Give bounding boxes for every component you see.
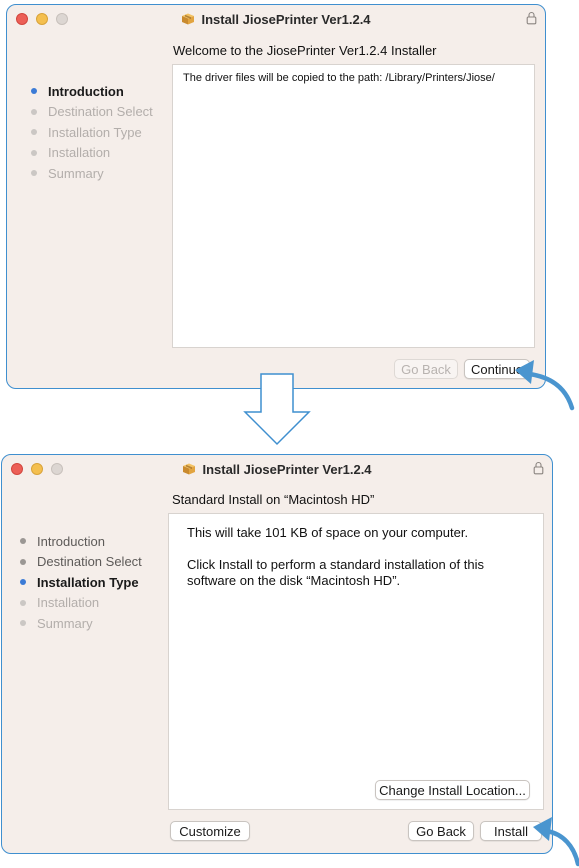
step-label: Installation	[37, 595, 100, 611]
step-label: Destination Select	[37, 554, 142, 570]
minimize-window-button[interactable]	[31, 463, 43, 475]
content-pane[interactable]: The driver files will be copied to the p…	[172, 64, 535, 348]
window-title: Install JiosePrinter Ver1.2.4	[181, 11, 371, 27]
lock-icon	[533, 461, 544, 475]
step-label: Destination Select	[48, 104, 153, 120]
installer-steps-sidebar: Introduction Destination Select Installa…	[31, 81, 153, 184]
step-installation-type: Installation Type	[20, 572, 142, 593]
installer-steps-sidebar: Introduction Destination Select Installa…	[20, 531, 142, 634]
step-dot	[20, 599, 26, 606]
go-back-button[interactable]: Go Back	[408, 821, 474, 841]
close-window-button[interactable]	[11, 463, 23, 475]
close-window-button[interactable]	[16, 13, 28, 25]
installer-window-installation-type: Install JiosePrinter Ver1.2.4 Standard I…	[1, 454, 553, 854]
step-introduction: Introduction	[20, 531, 142, 552]
traffic-lights	[11, 463, 63, 475]
installer-window-introduction: Install JiosePrinter Ver1.2.4 Welcome to…	[6, 4, 546, 389]
step-label: Introduction	[48, 83, 124, 99]
step-introduction: Introduction	[31, 81, 153, 102]
zoom-window-button[interactable]	[56, 13, 68, 25]
step-dot	[20, 579, 26, 586]
step-dot	[20, 620, 26, 627]
step-dot	[20, 558, 26, 565]
space-required-text: This will take 101 KB of space on your c…	[187, 525, 469, 540]
step-installation: Installation	[20, 593, 142, 614]
step-dot	[31, 149, 37, 156]
step-summary: Summary	[31, 163, 153, 184]
step-installation-type: Installation Type	[31, 122, 153, 143]
page-heading: Welcome to the JiosePrinter Ver1.2.4 Ins…	[173, 43, 437, 58]
step-dot	[20, 538, 26, 545]
step-dot	[31, 129, 37, 136]
page-heading: Standard Install on “Macintosh HD”	[172, 492, 375, 507]
install-button[interactable]: Install	[480, 821, 542, 841]
lock-icon	[526, 11, 537, 25]
window-title-text: Install JiosePrinter Ver1.2.4	[201, 11, 371, 27]
content-pane[interactable]: This will take 101 KB of space on your c…	[168, 513, 544, 810]
step-label: Summary	[37, 615, 93, 631]
change-install-location-button[interactable]: Change Install Location...	[375, 780, 530, 800]
content-text: The driver files will be copied to the p…	[183, 72, 495, 84]
customize-button[interactable]: Customize	[170, 821, 250, 841]
step-dot	[31, 170, 37, 177]
step-label: Summary	[48, 165, 104, 181]
traffic-lights	[16, 13, 68, 25]
step-destination-select: Destination Select	[20, 552, 142, 573]
package-icon	[182, 13, 195, 25]
step-dot	[31, 108, 37, 115]
step-installation: Installation	[31, 143, 153, 164]
minimize-window-button[interactable]	[36, 13, 48, 25]
title-bar[interactable]: Install JiosePrinter Ver1.2.4	[2, 455, 552, 483]
continue-button[interactable]: Continue	[464, 359, 530, 379]
step-dot	[31, 88, 37, 95]
step-label: Introduction	[37, 533, 105, 549]
step-destination-select: Destination Select	[31, 102, 153, 123]
zoom-window-button[interactable]	[51, 463, 63, 475]
title-bar[interactable]: Install JiosePrinter Ver1.2.4	[7, 5, 545, 33]
step-summary: Summary	[20, 613, 142, 634]
install-instruction-text: Click Install to perform a standard inst…	[187, 557, 484, 588]
step-label: Installation Type	[37, 574, 139, 590]
go-back-button[interactable]: Go Back	[394, 359, 458, 379]
window-title: Install JiosePrinter Ver1.2.4	[182, 461, 372, 477]
step-label: Installation Type	[48, 124, 142, 140]
package-icon	[183, 463, 196, 475]
step-label: Installation	[48, 145, 111, 161]
window-title-text: Install JiosePrinter Ver1.2.4	[202, 461, 372, 477]
